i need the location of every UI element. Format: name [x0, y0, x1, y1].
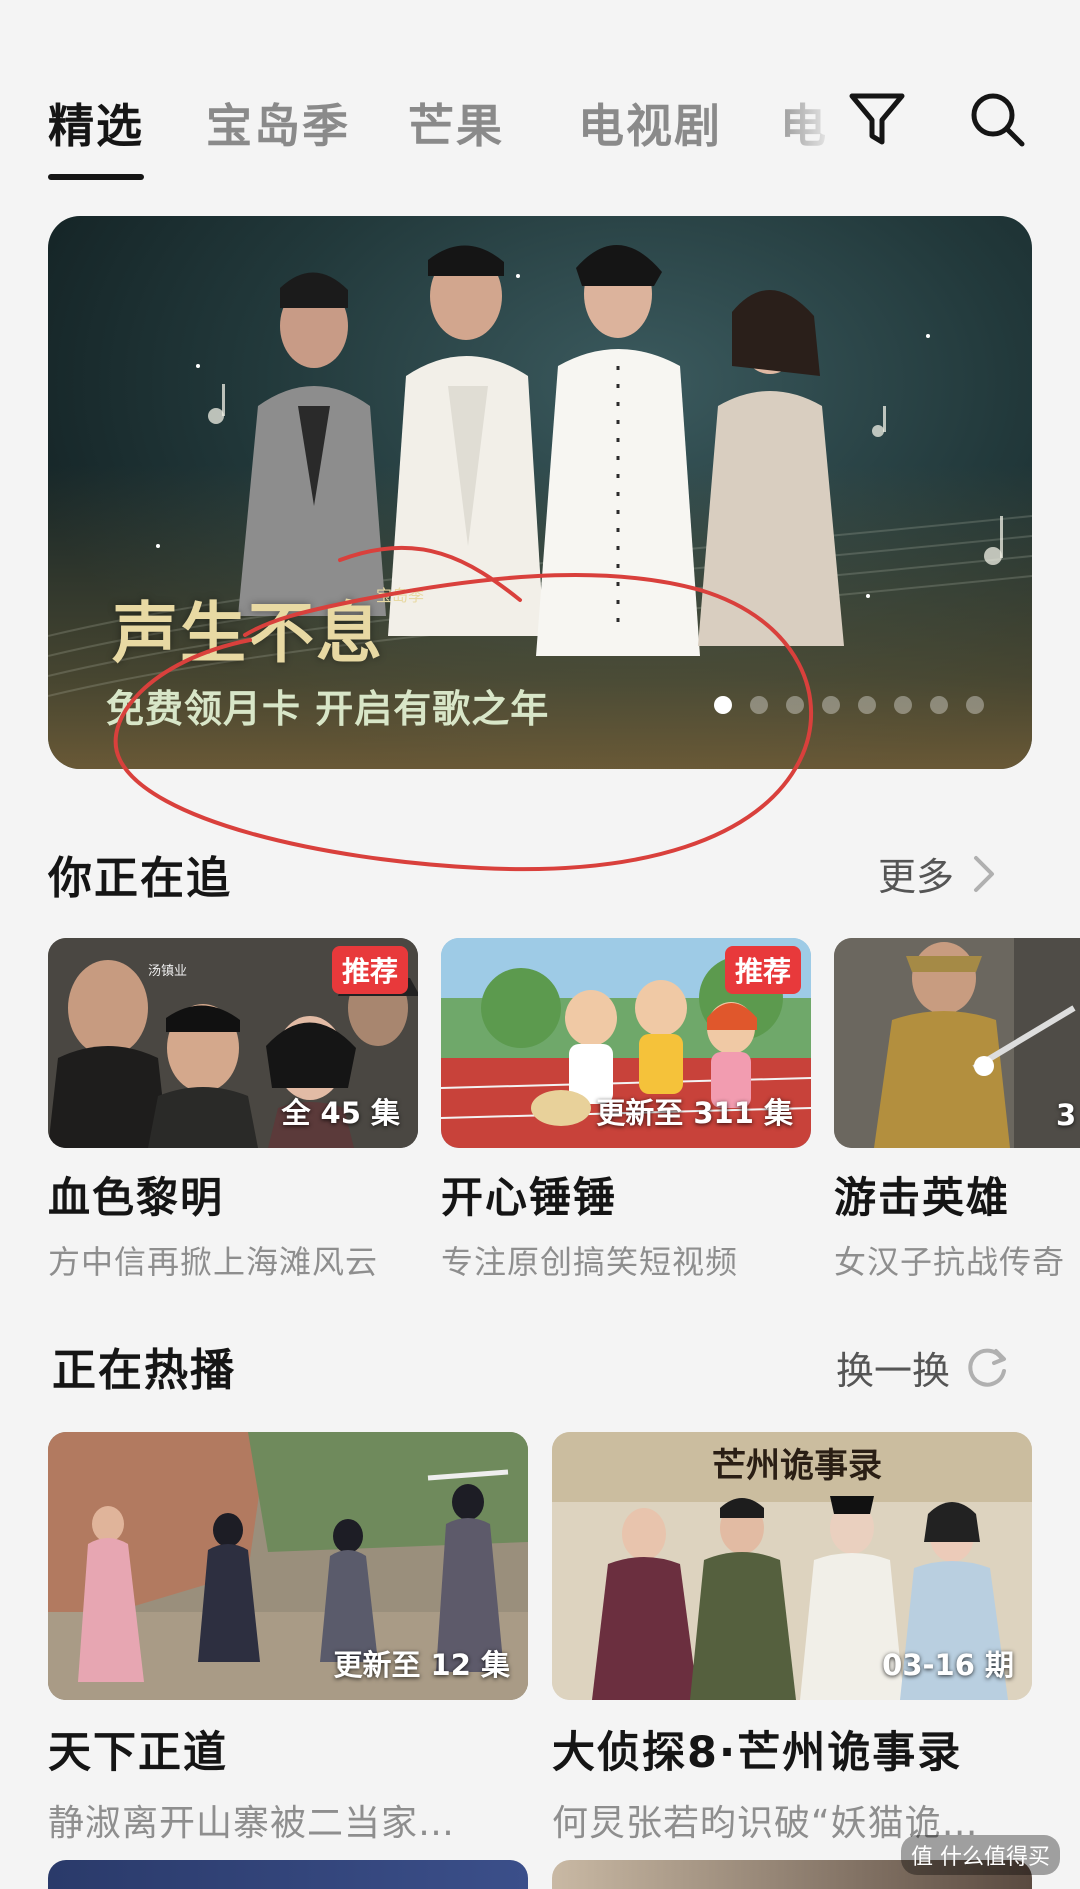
filter-icon[interactable] — [846, 88, 908, 150]
following-more-button[interactable]: 更多 — [878, 846, 998, 901]
following-card-desc: 方中信再掀上海滩风云 — [48, 1243, 379, 1281]
following-card-thumbnail[interactable]: 推荐 更新至 311 集 — [441, 938, 811, 1148]
pagination-dot[interactable] — [858, 696, 876, 714]
tab-active-underline — [48, 174, 144, 180]
chevron-right-icon — [974, 855, 995, 892]
pagination-dot-active[interactable] — [714, 696, 732, 714]
following-card-title[interactable]: 开心锤锤 — [441, 1164, 811, 1225]
episode-count: 更新至 12 集 — [333, 1648, 510, 1682]
following-card-title[interactable]: 血色黎明 — [48, 1164, 418, 1225]
episode-count: 3 — [1056, 1098, 1077, 1132]
pagination-dot[interactable] — [822, 696, 840, 714]
refresh-label: 换一换 — [836, 1349, 951, 1393]
tab-mango[interactable]: 芒果 — [408, 90, 504, 156]
poster-title-calligraphy: 芒州诡事录 — [712, 1446, 882, 1486]
hot-card-desc: 静淑离开山寨被二当家… — [48, 1803, 456, 1844]
hot-card-thumbnail[interactable]: 更新至 12 集 — [48, 1432, 528, 1700]
following-card-thumbnail[interactable]: 汤镇业 推荐 全 45 集 — [48, 938, 418, 1148]
hero-banner[interactable]: 声生不息 宝岛季 免费领月卡 开启有歌之年 — [48, 216, 1032, 769]
refresh-button[interactable]: 换一换 — [836, 1340, 1010, 1395]
hot-card-title[interactable]: 大侦探8·芒州诡事录 — [552, 1718, 1032, 1780]
top-tab-bar: 精选 宝岛季 芒果 电视剧 电 — [0, 0, 1080, 190]
pagination-dot[interactable] — [786, 696, 804, 714]
episode-count: 全 45 集 — [281, 1096, 400, 1130]
following-card[interactable]: 推荐 更新至 311 集 开心锤锤 专注原创搞笑短视频 — [441, 938, 811, 1283]
hot-card[interactable]: 芒州诡事录 03-16 期 大侦探8·芒州诡事录 何炅张若昀识破“妖猫诡… — [552, 1432, 1032, 1846]
banner-title: 声生不息 — [112, 594, 384, 672]
pagination-dot[interactable] — [930, 696, 948, 714]
episode-count: 03-16 期 — [882, 1648, 1014, 1682]
following-card[interactable]: 汤镇业 推荐 全 45 集 血色黎明 方中信再掀上海滩风云 — [48, 938, 418, 1283]
following-card-desc: 专注原创搞笑短视频 — [441, 1243, 739, 1281]
banner-title-badge: 宝岛季 — [376, 586, 425, 605]
hot-card-title[interactable]: 天下正道 — [48, 1718, 528, 1780]
tab-fade — [770, 80, 850, 160]
next-card-peek[interactable] — [48, 1860, 528, 1889]
poster-caption: 汤镇业 — [148, 964, 188, 979]
pagination-dot[interactable] — [966, 696, 984, 714]
watermark: 值 什么值得买 — [901, 1835, 1060, 1875]
pagination-dot[interactable] — [750, 696, 768, 714]
refresh-icon — [968, 1348, 1007, 1387]
following-card-desc: 女汉子抗战传奇 — [834, 1243, 1066, 1281]
poster-illustration — [834, 938, 1080, 1148]
search-icon[interactable] — [966, 88, 1028, 150]
following-card-title[interactable]: 游击英雄 — [834, 1164, 1080, 1225]
following-card-thumbnail[interactable]: 3 — [834, 938, 1080, 1148]
tab-baodao[interactable]: 宝岛季 — [206, 90, 350, 156]
recommend-badge: 推荐 — [724, 946, 801, 994]
banner-pagination — [714, 696, 984, 716]
following-section-title: 你正在追 — [48, 853, 232, 904]
episode-count: 更新至 311 集 — [596, 1096, 793, 1130]
hot-section-title: 正在热播 — [52, 1345, 236, 1396]
tab-tv-series[interactable]: 电视剧 — [578, 90, 722, 156]
following-card[interactable]: 3 游击英雄 女汉子抗战传奇 — [834, 938, 1080, 1283]
hot-card[interactable]: 更新至 12 集 天下正道 静淑离开山寨被二当家… — [48, 1432, 528, 1846]
more-label: 更多 — [878, 855, 955, 899]
pagination-dot[interactable] — [894, 696, 912, 714]
hot-card-thumbnail[interactable]: 芒州诡事录 03-16 期 — [552, 1432, 1032, 1700]
tab-featured[interactable]: 精选 — [48, 90, 144, 156]
recommend-badge: 推荐 — [331, 946, 408, 994]
banner-subtitle: 免费领月卡 开启有歌之年 — [106, 686, 550, 731]
